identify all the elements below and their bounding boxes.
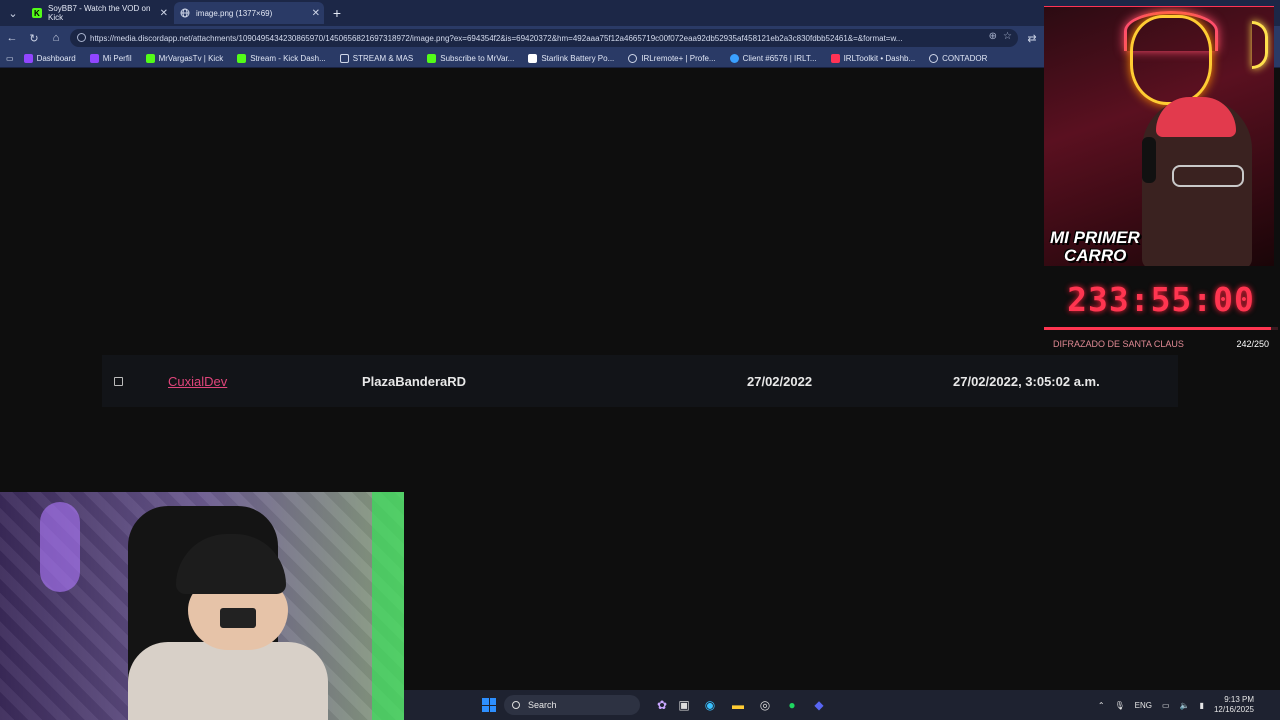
subathon-timer: 233:55:00 DIFRAZADO DE SANTA CLAUS 242/2… — [1043, 266, 1279, 354]
cloud-icon — [729, 54, 739, 63]
clock[interactable]: 9:13 PM 12/16/2025 — [1214, 695, 1254, 715]
system-tray: ⌃ 🎙 ENG ▭ 🔈 ▮ 9:13 PM 12/16/2025 — [1098, 690, 1280, 720]
bookmark-contador[interactable]: CONTADOR — [929, 54, 987, 63]
new-tab-plus-icon[interactable]: + — [328, 4, 346, 22]
goal-progress-bar — [1044, 327, 1278, 330]
bookmark-starlink[interactable]: Starlink Battery Po... — [528, 54, 614, 63]
site-info-icon[interactable] — [77, 33, 86, 42]
purple-light — [40, 502, 80, 592]
globe-icon — [180, 8, 190, 18]
bookmark-irlremote[interactable]: IRLremote+ | Profe... — [628, 54, 716, 63]
language-indicator[interactable]: ENG — [1135, 701, 1152, 710]
url-text: https://media.discordapp.net/attachments… — [90, 33, 903, 43]
globe-icon — [628, 54, 638, 63]
goal-progress-fill — [1044, 327, 1271, 330]
bookmarks-menu-icon[interactable]: ▭ — [6, 54, 14, 63]
table-row: CuxialDev PlazaBanderaRD 27/02/2022 27/0… — [102, 355, 1178, 407]
edge-icon[interactable]: ◉ — [700, 695, 720, 715]
bookmark-dashboard[interactable]: Dashboard — [23, 54, 76, 63]
back-arrow-icon[interactable]: ← — [4, 30, 20, 46]
task-view-icon[interactable]: ▣ — [674, 695, 694, 715]
kick-icon — [145, 54, 155, 63]
glasses — [1172, 165, 1244, 187]
kick-icon: K — [32, 8, 42, 18]
bookmark-stream-kick-dash[interactable]: Stream - Kick Dash... — [237, 54, 326, 63]
tab-title: image.png (1377×69) — [196, 8, 273, 18]
microphone-icon[interactable]: 🎙 — [1115, 701, 1125, 710]
headset — [1142, 137, 1156, 183]
person-shirt — [128, 642, 328, 720]
reload-icon[interactable]: ↻ — [26, 30, 42, 46]
timer-display: 233:55:00 — [1067, 280, 1255, 319]
date-cell: 27/02/2022 — [747, 373, 813, 389]
search-label: Search — [528, 700, 557, 710]
home-icon[interactable]: ⌂ — [48, 30, 64, 46]
overlay-badge: MI PRIMER CARRO — [1050, 228, 1140, 265]
kick-icon — [427, 54, 437, 63]
taskbar: Search ✿ ▣ ◉ ▬ ◎ ● ◆ ⌃ 🎙 ENG ▭ 🔈 ▮ 9:13 … — [404, 690, 1280, 720]
obs-icon[interactable]: ◎ — [755, 695, 775, 715]
network-icon[interactable]: ▭ — [1162, 701, 1170, 710]
taskbar-search[interactable]: Search — [504, 695, 640, 715]
address-bar[interactable]: https://media.discordapp.net/attachments… — [70, 29, 1018, 47]
irl-icon — [830, 54, 840, 63]
streamer-webcam: MI PRIMER CARRO — [1044, 6, 1274, 266]
file-explorer-icon[interactable]: ▬ — [728, 695, 748, 715]
green-light — [372, 492, 404, 720]
folder-icon — [339, 54, 349, 63]
row-checkbox[interactable] — [114, 377, 123, 386]
bookmark-mrvargastv-kick[interactable]: MrVargasTv | Kick — [145, 54, 223, 63]
guest-webcam — [0, 492, 404, 720]
tab-image[interactable]: image.png (1377×69) ✕ — [174, 2, 324, 24]
starlink-icon — [528, 54, 538, 63]
twitch-icon — [23, 54, 33, 63]
bookmark-folder-stream-mas[interactable]: STREAM & MAS — [339, 54, 413, 63]
chevron-up-icon[interactable]: ⌃ — [1098, 701, 1105, 710]
location-cell: PlazaBanderaRD — [362, 373, 467, 389]
neon-sign-face — [1130, 15, 1212, 105]
username-link[interactable]: CuxialDev — [168, 355, 227, 407]
clock-time: 9:13 PM — [1224, 695, 1254, 704]
close-tab-icon[interactable]: ✕ — [160, 8, 168, 19]
phone — [220, 608, 256, 628]
svg-text:K: K — [34, 9, 40, 18]
tab-search-chevron-icon[interactable]: ⌄ — [4, 4, 22, 22]
datetime-cell: 27/02/2022, 3:05:02 a.m. — [953, 373, 1100, 389]
bookmark-client-irlt[interactable]: Client #6576 | IRLT... — [729, 54, 817, 63]
tab-title: SoyBB7 - Watch the VOD on Kick — [48, 4, 151, 22]
goal-label: DIFRAZADO DE SANTA CLAUS — [1053, 339, 1184, 349]
close-tab-icon[interactable]: ✕ — [312, 8, 320, 19]
bookmark-mi-perfil[interactable]: Mi Perfil — [89, 54, 132, 63]
goal-count: 242/250 — [1236, 339, 1269, 349]
spotify-icon[interactable]: ● — [782, 695, 802, 715]
search-icon — [512, 701, 520, 709]
windows-start-icon[interactable] — [479, 695, 499, 715]
neon-banana — [1252, 21, 1268, 69]
widget-icon[interactable]: ✿ — [652, 695, 672, 715]
twitch-icon — [89, 54, 99, 63]
volume-icon[interactable]: 🔈 — [1180, 701, 1190, 710]
tab-kick-vod[interactable]: K SoyBB7 - Watch the VOD on Kick ✕ — [26, 2, 172, 24]
discord-icon[interactable]: ◆ — [809, 695, 829, 715]
streamer-red-hair — [1156, 97, 1236, 137]
bookmark-irltoolkit[interactable]: IRLToolkit • Dashb... — [830, 54, 915, 63]
globe-icon — [929, 54, 939, 63]
bookmark-star-icon[interactable]: ☆ — [1003, 31, 1012, 42]
zoom-icon[interactable]: ⊕ — [989, 31, 997, 42]
battery-icon[interactable]: ▮ — [1200, 701, 1204, 710]
screen: ⌄ K SoyBB7 - Watch the VOD on Kick ✕ ima… — [0, 0, 1280, 720]
bookmark-subscribe[interactable]: Subscribe to MrVar... — [427, 54, 514, 63]
extension-icon[interactable]: ⇄ — [1024, 30, 1040, 46]
kick-icon — [237, 54, 247, 63]
clock-date: 12/16/2025 — [1213, 705, 1254, 714]
